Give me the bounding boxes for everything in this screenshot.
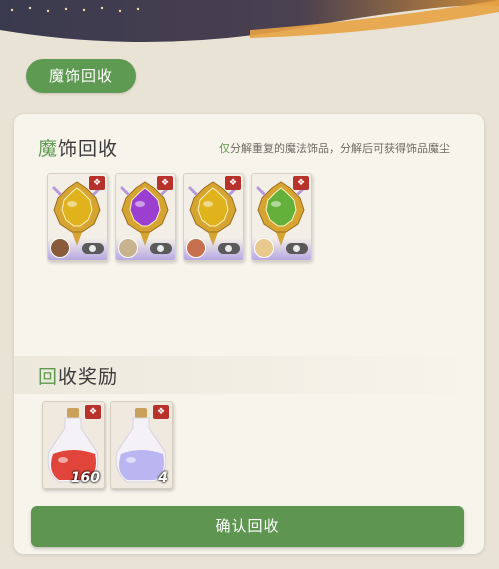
rarity-badge-icon: ❖ <box>225 176 241 190</box>
recycle-section-title: 魔饰回收 <box>38 134 118 161</box>
rarity-badge-icon: ❖ <box>157 176 173 190</box>
reward-section-title: 回收奖励 <box>38 362 118 389</box>
character-avatar <box>50 238 70 258</box>
accessory-card[interactable]: ❖ <box>251 173 312 261</box>
top-banner <box>0 0 499 48</box>
reward-count: 160 <box>70 470 100 486</box>
recycle-title-accent: 魔 <box>38 138 59 160</box>
confirm-recycle-button[interactable]: 确认回收 <box>31 506 464 547</box>
lock-toggle[interactable] <box>82 243 104 254</box>
reward-title-rest: 收奖励 <box>58 366 119 388</box>
lock-toggle[interactable] <box>150 243 172 254</box>
rarity-badge-icon: ❖ <box>153 405 169 419</box>
confirm-recycle-label: 确认回收 <box>215 517 280 535</box>
accessory-card[interactable]: ❖ <box>115 173 176 261</box>
character-avatar <box>186 238 206 258</box>
reward-count: 4 <box>158 470 168 486</box>
hint-accent: 仅 <box>219 142 230 155</box>
reward-card[interactable]: ❖ 4 <box>110 401 173 489</box>
accessory-card[interactable]: ❖ <box>47 173 108 261</box>
page-title-tab: 魔饰回收 <box>26 59 136 93</box>
character-avatar <box>254 238 274 258</box>
rarity-badge-icon: ❖ <box>89 176 105 190</box>
rarity-badge-icon: ❖ <box>85 405 101 419</box>
recycle-hint: 仅分解重复的魔法饰品，分解后可获得饰品魔尘 <box>219 140 450 156</box>
hint-rest: 分解重复的魔法饰品，分解后可获得饰品魔尘 <box>230 142 450 155</box>
accessory-card[interactable]: ❖ <box>183 173 244 261</box>
lock-toggle[interactable] <box>286 243 308 254</box>
page-title-label: 魔饰回收 <box>48 67 113 85</box>
reward-title-accent: 回 <box>38 366 59 388</box>
character-avatar <box>118 238 138 258</box>
rarity-badge-icon: ❖ <box>293 176 309 190</box>
lock-toggle[interactable] <box>218 243 240 254</box>
recycle-title-rest: 饰回收 <box>58 138 119 160</box>
reward-card[interactable]: ❖ 160 <box>42 401 105 489</box>
